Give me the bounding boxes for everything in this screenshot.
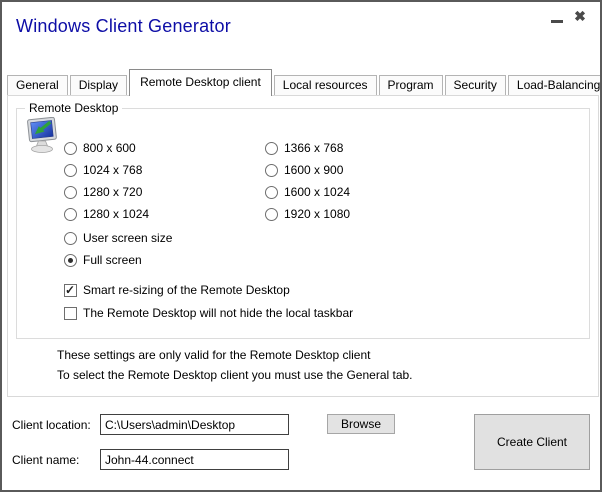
radio-resolution-800x600[interactable]: 800 x 600: [64, 141, 136, 155]
client-name-input[interactable]: [100, 449, 289, 470]
radio-label: 1366 x 768: [284, 141, 343, 155]
radio-circle: [64, 186, 77, 199]
remote-desktop-monitor-icon: [24, 117, 60, 162]
client-location-input[interactable]: [100, 414, 289, 435]
tab-display[interactable]: Display: [70, 75, 127, 95]
radio-circle: [64, 208, 77, 221]
radio-resolution-1280x720[interactable]: 1280 x 720: [64, 185, 142, 199]
radio-resolution-1366x768[interactable]: 1366 x 768: [265, 141, 343, 155]
checkbox-label: The Remote Desktop will not hide the loc…: [83, 306, 353, 320]
radio-label: 800 x 600: [83, 141, 136, 155]
radio-label: 1280 x 1024: [83, 207, 149, 221]
note-line-2: To select the Remote Desktop client you …: [57, 368, 413, 382]
radio-circle: [265, 186, 278, 199]
radio-resolution-1024x768[interactable]: 1024 x 768: [64, 163, 142, 177]
client-location-label: Client location:: [12, 418, 91, 432]
radio-full-screen[interactable]: Full screen: [64, 253, 142, 267]
radio-circle: [64, 232, 77, 245]
browse-button[interactable]: Browse: [327, 414, 395, 434]
client-name-label: Client name:: [12, 453, 79, 467]
window-title: Windows Client Generator: [16, 16, 231, 37]
checkbox-label: Smart re-sizing of the Remote Desktop: [83, 283, 290, 297]
radio-resolution-1920x1080[interactable]: 1920 x 1080: [265, 207, 350, 221]
radio-circle: [265, 164, 278, 177]
minimize-icon[interactable]: [551, 20, 563, 23]
window-client-generator: Windows Client Generator ✖ General Displ…: [0, 0, 602, 492]
radio-label: 1600 x 1024: [284, 185, 350, 199]
tab-remote-desktop-client[interactable]: Remote Desktop client: [129, 69, 272, 96]
radio-label: 1600 x 900: [284, 163, 343, 177]
radio-circle: [64, 164, 77, 177]
close-icon[interactable]: ✖: [571, 7, 589, 25]
radio-label: 1280 x 720: [83, 185, 142, 199]
checkbox-box: [64, 307, 77, 320]
group-label: Remote Desktop: [25, 101, 122, 115]
radio-label: User screen size: [83, 231, 172, 245]
tab-program[interactable]: Program: [379, 75, 443, 95]
create-client-button-label: Create Client: [497, 435, 567, 449]
browse-button-label: Browse: [341, 417, 381, 431]
radio-user-screen-size[interactable]: User screen size: [64, 231, 172, 245]
tab-local-resources[interactable]: Local resources: [274, 75, 377, 95]
tab-bar: General Display Remote Desktop client Lo…: [7, 69, 602, 96]
checkbox-not-hide-taskbar[interactable]: The Remote Desktop will not hide the loc…: [64, 306, 353, 320]
tab-load-balancing[interactable]: Load-Balancing: [508, 75, 602, 95]
radio-label: 1920 x 1080: [284, 207, 350, 221]
checkbox-box-checked: [64, 284, 77, 297]
radio-resolution-1280x1024[interactable]: 1280 x 1024: [64, 207, 149, 221]
note-line-1: These settings are only valid for the Re…: [57, 348, 371, 362]
radio-circle: [64, 142, 77, 155]
radio-resolution-1600x900[interactable]: 1600 x 900: [265, 163, 343, 177]
radio-circle-checked: [64, 254, 77, 267]
tab-security[interactable]: Security: [445, 75, 506, 95]
radio-label: Full screen: [83, 253, 142, 267]
radio-circle: [265, 142, 278, 155]
tab-general[interactable]: General: [7, 75, 68, 95]
radio-label: 1024 x 768: [83, 163, 142, 177]
create-client-button[interactable]: Create Client: [474, 414, 590, 470]
checkbox-smart-resizing[interactable]: Smart re-sizing of the Remote Desktop: [64, 283, 290, 297]
radio-resolution-1600x1024[interactable]: 1600 x 1024: [265, 185, 350, 199]
radio-circle: [265, 208, 278, 221]
